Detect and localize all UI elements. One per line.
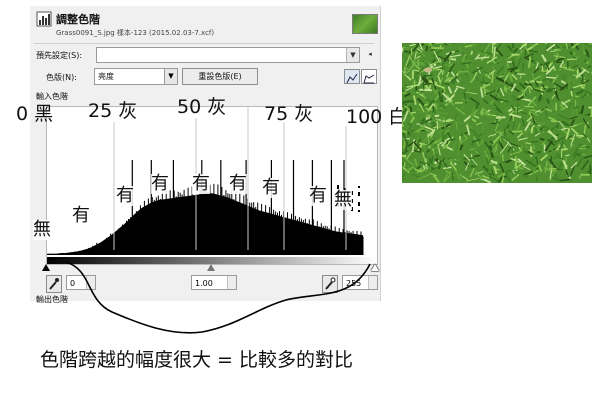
grass-blade <box>435 68 442 71</box>
grass-blade <box>402 154 407 158</box>
grass-blade <box>557 119 560 125</box>
grass-blade <box>502 154 504 162</box>
grass-blade <box>539 137 545 141</box>
grass-blade <box>422 144 427 152</box>
dry-leaf <box>424 67 432 73</box>
grass-blade <box>524 83 532 86</box>
grass-blade <box>566 58 577 61</box>
grass-blade <box>581 145 587 147</box>
grass-blade <box>504 128 506 136</box>
grass-blade <box>470 50 474 56</box>
grass-blade <box>402 107 404 112</box>
grass-blade <box>514 158 518 169</box>
grass-blade <box>422 81 425 91</box>
caption: 色階跨越的幅度很大 = 比較多的對比 <box>40 349 353 371</box>
grass-blade <box>410 111 416 114</box>
grass-blade <box>491 65 495 72</box>
grass-blade <box>506 56 509 62</box>
grass-blade <box>561 148 568 151</box>
grass-blade <box>524 105 535 108</box>
grass-blade <box>452 143 456 154</box>
grass-blade <box>419 110 429 114</box>
grass-blade <box>536 150 541 154</box>
grass-blade <box>535 176 538 182</box>
grass-blade <box>419 88 432 92</box>
grass-blade <box>404 84 411 86</box>
grass-blade <box>581 75 584 85</box>
grass-blade <box>404 66 406 75</box>
grass-blade <box>512 43 515 49</box>
grass-blade <box>534 123 538 134</box>
grass-blade <box>571 110 575 115</box>
grass-blade <box>496 116 506 119</box>
grass-blade <box>434 114 440 118</box>
grass-blade <box>411 43 414 50</box>
grass-blade <box>437 143 440 150</box>
grass-blade <box>425 45 428 52</box>
grass-blade <box>409 106 413 113</box>
grass-blade <box>550 155 552 164</box>
grass-blade <box>495 131 505 134</box>
grass-blade <box>533 144 535 150</box>
grass-blade <box>558 47 564 51</box>
grass-blade <box>524 49 527 56</box>
grass-blade <box>450 58 457 61</box>
grass-blade <box>516 103 519 114</box>
grass-blade <box>472 135 475 141</box>
grass-blade <box>425 113 432 117</box>
grass-blade <box>447 159 460 162</box>
grass-blade <box>573 106 580 109</box>
grass-blade <box>491 71 495 84</box>
grass-blade <box>576 68 579 78</box>
grass-blade <box>475 76 479 82</box>
grass-blade <box>421 163 424 173</box>
grass-blade <box>480 108 484 116</box>
grass-blade <box>582 43 585 53</box>
grass-photo <box>402 43 592 183</box>
grass-blade <box>545 76 556 79</box>
